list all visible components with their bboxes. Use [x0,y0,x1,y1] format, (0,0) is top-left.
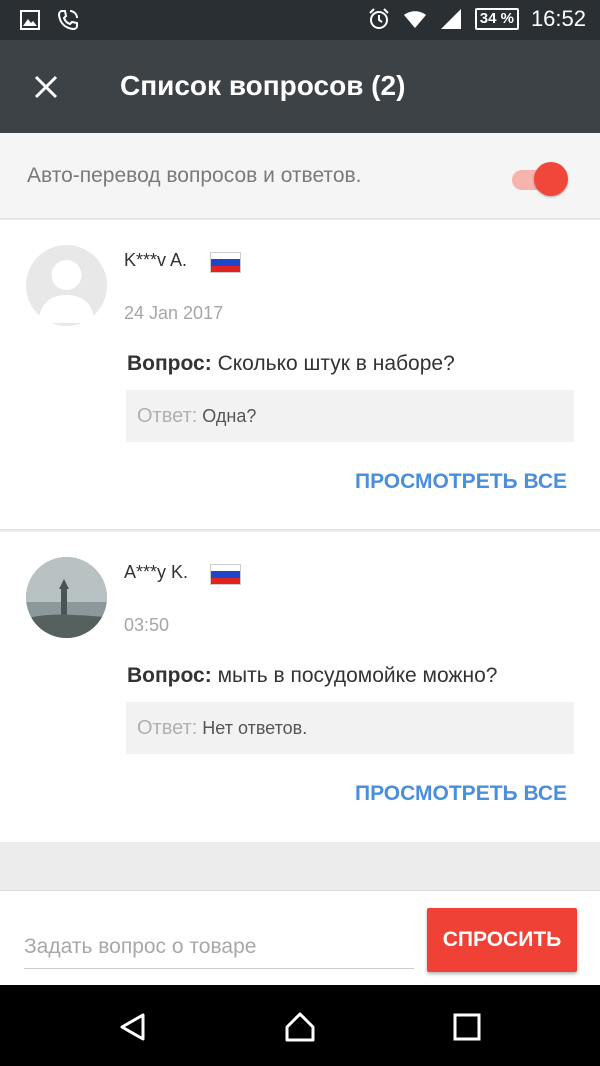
ask-button[interactable]: СПРОСИТЬ [427,908,577,972]
close-icon[interactable] [28,69,64,105]
author-name: K***v A. [124,250,188,270]
russia-flag-icon [210,564,241,585]
question-card: K***v A. 24 Jan 2017 Вопрос: Сколько шту… [0,220,600,530]
recents-icon[interactable] [451,1011,483,1043]
answer-box: Ответ: Нет ответов. [126,702,574,754]
view-all-button[interactable]: ПРОСМОТРЕТЬ ВСЕ [355,470,567,494]
page-title: Список вопросов (2) [120,70,406,101]
view-all-button[interactable]: ПРОСМОТРЕТЬ ВСЕ [355,782,567,806]
alarm-icon [369,8,389,29]
answer-label: Ответ: [137,717,198,739]
question-card: A***y K. 03:50 Вопрос: мыть в посудомойк… [0,532,600,842]
toggle-thumb [534,162,568,196]
phone-call-icon [57,10,78,31]
status-bar: 34 % 16:52 [0,0,600,40]
question-body: мыть в посудомойке можно? [211,664,498,687]
question-date: 03:50 [124,615,170,635]
wifi-icon [403,11,426,28]
answer-text: Одна? [197,406,257,426]
home-icon[interactable] [284,1011,316,1043]
app-toolbar: Список вопросов (2) [0,40,600,133]
auto-translate-label: Авто-перевод вопросов и ответов. [27,164,362,187]
ask-question-bar: СПРОСИТЬ [0,890,600,985]
auto-translate-row: Авто-перевод вопросов и ответов. [0,133,600,219]
russia-flag-icon [210,252,241,273]
answer-box: Ответ: Одна? [126,390,574,442]
answer-label: Ответ: [137,405,198,427]
question-label: Вопрос: [127,352,212,375]
question-text: Вопрос: мыть в посудомойке можно? [127,664,497,688]
image-icon [20,10,40,30]
battery-indicator: 34 % [474,8,519,30]
question-body: Сколько штук в наборе? [211,352,455,375]
ask-question-input[interactable] [24,925,414,969]
avatar [26,557,107,638]
answer-text: Нет ответов. [197,718,308,738]
signal-icon [440,9,461,29]
system-nav-bar [0,985,600,1066]
question-date: 24 Jan 2017 [124,303,224,323]
status-time: 16:52 [530,6,586,31]
author-name: A***y K. [124,562,189,582]
question-text: Вопрос: Сколько штук в наборе? [127,352,455,376]
back-icon[interactable] [117,1011,149,1043]
avatar [26,245,107,326]
question-label: Вопрос: [127,664,212,687]
